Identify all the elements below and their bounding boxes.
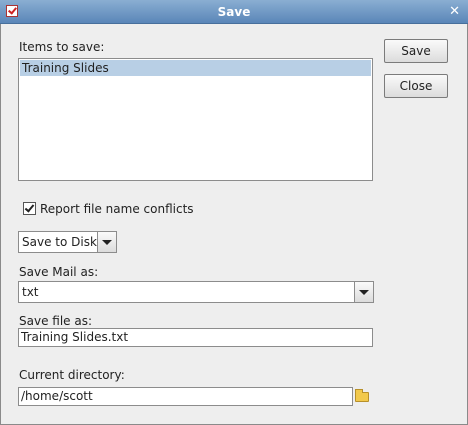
destination-select[interactable]: Save to Disk bbox=[18, 231, 117, 253]
directory-input[interactable]: /home/scott bbox=[18, 387, 353, 406]
file-name-input[interactable]: Training Slides.txt bbox=[18, 328, 373, 347]
chevron-down-icon[interactable] bbox=[97, 232, 116, 252]
folder-icon[interactable] bbox=[355, 389, 369, 402]
report-conflicts-label: Report file name conflicts bbox=[40, 202, 194, 216]
list-item[interactable]: Training Slides bbox=[20, 60, 371, 76]
close-icon[interactable]: ✕ bbox=[449, 4, 460, 19]
save-button[interactable]: Save bbox=[384, 39, 448, 63]
items-to-save-label: Items to save: bbox=[19, 40, 105, 54]
window-title: Save bbox=[217, 5, 251, 19]
current-directory-label: Current directory: bbox=[19, 368, 125, 382]
destination-value: Save to Disk bbox=[22, 235, 97, 249]
mail-format-value: txt bbox=[22, 285, 39, 299]
title-bar: Save ✕ bbox=[0, 0, 468, 24]
report-conflicts-checkbox[interactable] bbox=[23, 202, 36, 215]
mail-format-select[interactable]: txt bbox=[18, 281, 374, 303]
chevron-down-icon[interactable] bbox=[354, 282, 373, 302]
save-file-as-label: Save file as: bbox=[19, 314, 93, 328]
close-button[interactable]: Close bbox=[384, 74, 448, 98]
items-list[interactable]: Training Slides bbox=[18, 58, 373, 181]
save-mail-as-label: Save Mail as: bbox=[19, 265, 99, 279]
